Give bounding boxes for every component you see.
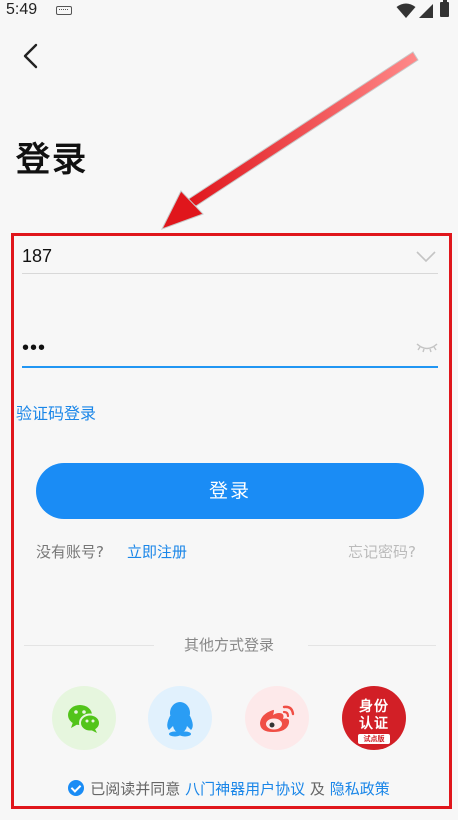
chevron-left-icon (23, 43, 38, 69)
account-input-value: 187 (22, 246, 53, 266)
page-title: 登录 (16, 140, 88, 180)
back-button[interactable] (18, 40, 46, 72)
id-auth-label-line2: 认证 (359, 716, 389, 732)
id-auth-label-line3: 试点版 (363, 735, 385, 743)
battery-icon (440, 0, 449, 17)
signal-icon (419, 4, 433, 18)
agreement-and: 及 (309, 780, 325, 798)
no-account-text: 没有账号? (36, 543, 104, 561)
register-link[interactable]: 立即注册 (127, 541, 187, 562)
checkbox-checked-icon[interactable] (68, 780, 85, 796)
agreement-prefix: 已阅读并同意 (90, 780, 181, 798)
divider-right (308, 645, 436, 646)
weibo-login-button[interactable] (245, 686, 309, 750)
forgot-password-link[interactable]: 忘记密码? (348, 541, 416, 562)
user-agreement-link[interactable]: 八门神器用户协议 (185, 780, 305, 798)
password-input-value: ••• (22, 337, 47, 359)
qq-login-button[interactable] (148, 686, 212, 750)
qq-icon (167, 702, 193, 737)
id-auth-login-button[interactable]: 身份 认证 试点版 (342, 686, 406, 750)
keyboard-icon (56, 6, 72, 15)
status-time: 5:49 (6, 1, 38, 18)
eye-closed-icon[interactable] (416, 341, 438, 355)
password-field[interactable]: ••• (22, 333, 438, 368)
status-bar: 5:49 (0, 0, 458, 24)
weibo-icon (260, 705, 295, 732)
login-button[interactable]: 登录 (36, 463, 424, 519)
chevron-down-icon[interactable] (416, 251, 436, 263)
sms-login-link[interactable]: 验证码登录 (16, 400, 96, 424)
agreement-row: 已阅读并同意 八门神器用户协议 及 隐私政策 (0, 778, 458, 799)
wechat-login-button[interactable] (52, 686, 116, 750)
privacy-policy-link[interactable]: 隐私政策 (330, 780, 390, 798)
wifi-icon (396, 3, 416, 18)
annotation-arrow (160, 51, 419, 230)
account-field[interactable]: 187 (22, 240, 438, 274)
wechat-icon (68, 705, 101, 733)
